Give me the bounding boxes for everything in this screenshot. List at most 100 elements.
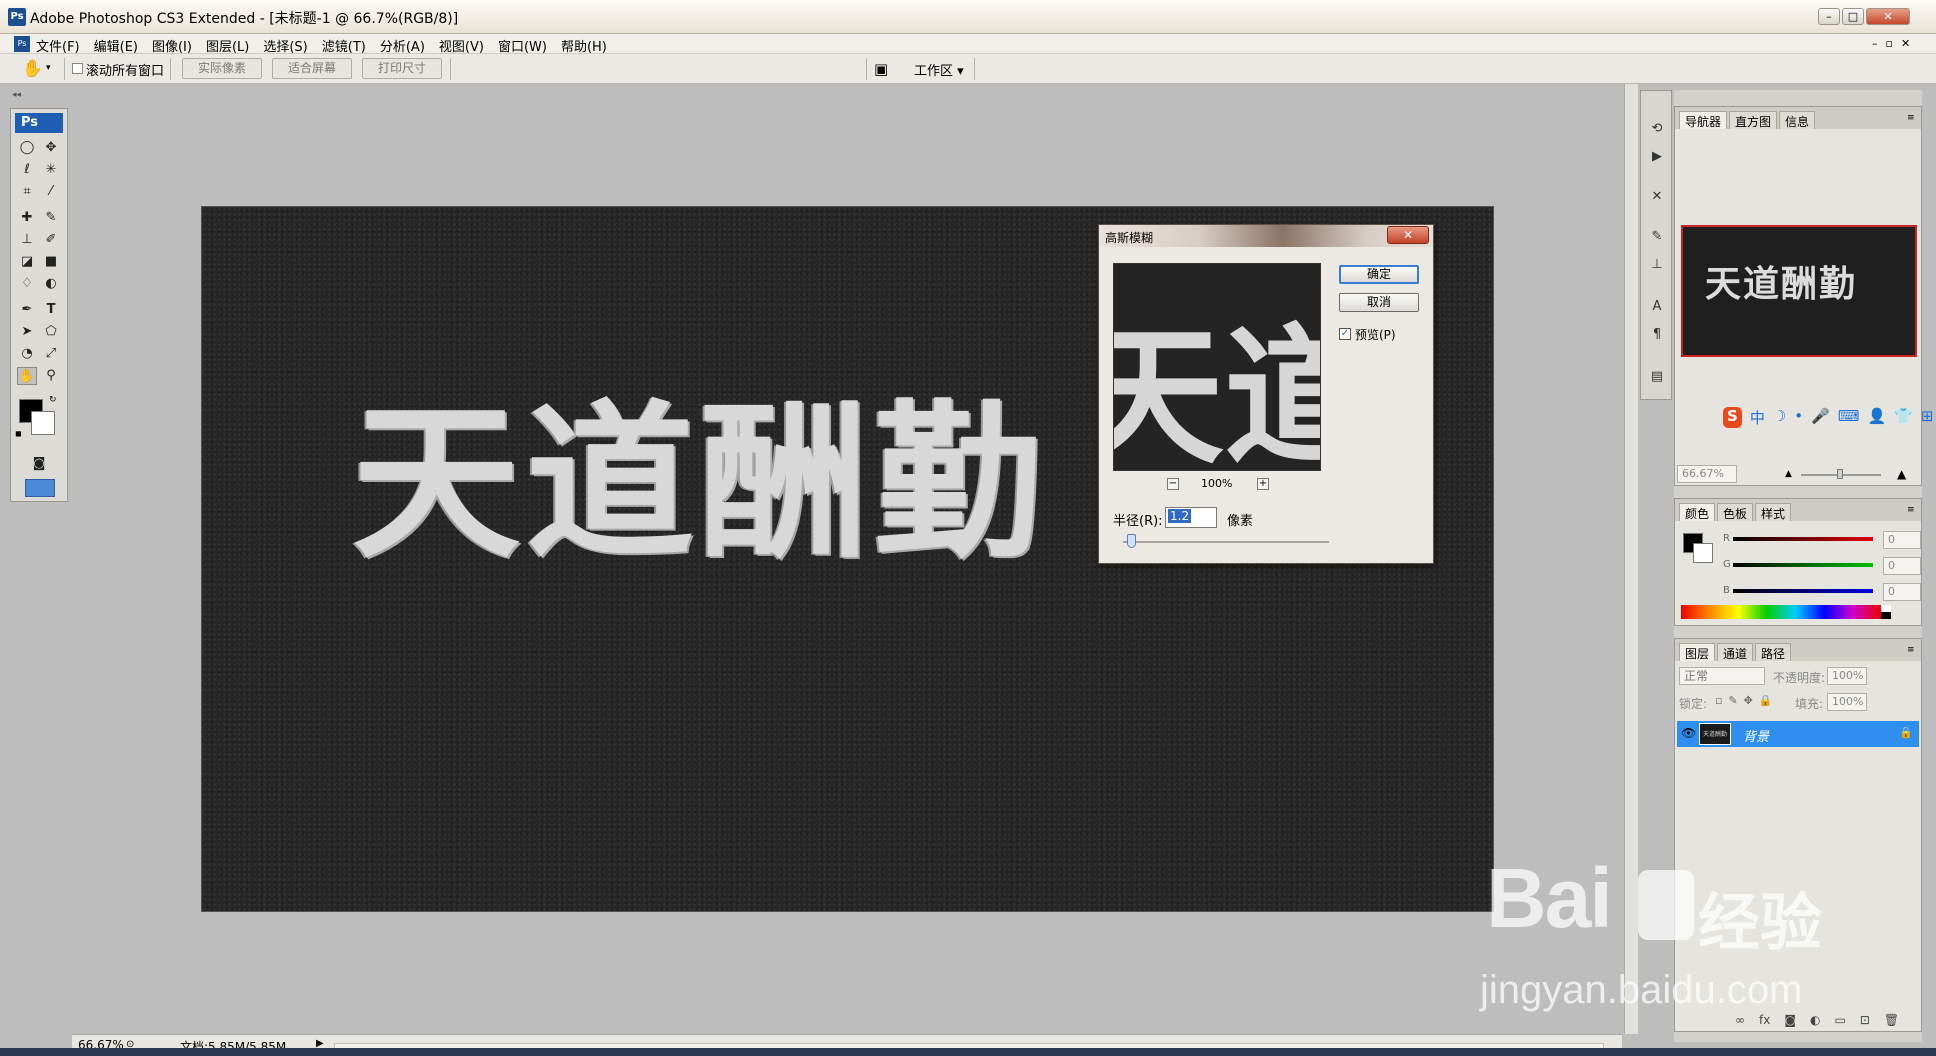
radius-slider-thumb[interactable]: [1127, 534, 1136, 548]
color-bg-swatch[interactable]: [1693, 543, 1713, 563]
panel-menu-icon[interactable]: ≡: [1907, 113, 1915, 123]
delete-layer-icon[interactable]: 🗑: [1884, 1013, 1899, 1027]
layer-row-background[interactable]: 👁 天道酬勤 背景 🔒: [1677, 721, 1919, 747]
ok-button[interactable]: 确定: [1339, 265, 1419, 284]
tab-swatches[interactable]: 色板: [1717, 503, 1754, 521]
menu-window[interactable]: 窗口(W): [498, 36, 547, 55]
preview-checkbox[interactable]: ✓: [1339, 328, 1351, 340]
zoom-tool-icon[interactable]: ⚲: [41, 367, 61, 385]
navigator-zoom-field[interactable]: 66.67%: [1677, 465, 1737, 483]
tab-channels[interactable]: 通道: [1717, 643, 1754, 661]
panel-menu-icon[interactable]: ≡: [1907, 645, 1915, 655]
lock-icons[interactable]: ▫✎✥🔒: [1715, 694, 1779, 707]
tab-color[interactable]: 颜色: [1679, 503, 1716, 521]
workspace-button[interactable]: 工作区 ▾: [914, 60, 964, 79]
menu-filter[interactable]: 滤镜(T): [322, 36, 366, 55]
r-value[interactable]: 0: [1883, 531, 1921, 549]
tool-preset-chevron-icon[interactable]: ▾: [46, 63, 51, 73]
ime-chinese-icon[interactable]: 中: [1750, 407, 1765, 428]
magic-wand-tool-icon[interactable]: ✳: [41, 161, 61, 179]
zoom-large-icon[interactable]: ▲: [1897, 467, 1906, 481]
pen-tool-icon[interactable]: ✒: [17, 301, 37, 319]
scroll-all-checkbox[interactable]: [72, 63, 83, 74]
clone-stamp-tool-icon[interactable]: ⊥: [17, 231, 37, 249]
fill-field[interactable]: 100%: [1827, 693, 1867, 711]
minimize-button[interactable]: –: [1818, 8, 1840, 25]
collapse-toolbox-icon[interactable]: ◂◂: [12, 90, 21, 100]
blend-mode-select[interactable]: 正常: [1679, 667, 1765, 685]
clone-source-icon[interactable]: ⊥: [1646, 255, 1668, 275]
ime-punct-icon[interactable]: •: [1794, 407, 1803, 428]
tab-layers[interactable]: 图层: [1679, 643, 1716, 661]
actual-pixels-button[interactable]: 实际像素: [182, 58, 262, 79]
blur-tool-icon[interactable]: ♢: [17, 275, 37, 293]
color-spectrum-bar[interactable]: [1681, 605, 1881, 619]
gradient-tool-icon[interactable]: ■: [41, 253, 61, 271]
bridge-icon[interactable]: ▣: [874, 60, 888, 78]
type-tool-icon[interactable]: T: [41, 301, 61, 319]
paragraph-icon[interactable]: ¶: [1646, 325, 1668, 345]
ime-keyboard-icon[interactable]: ⌨: [1838, 407, 1860, 428]
g-slider[interactable]: [1733, 563, 1873, 567]
eraser-tool-icon[interactable]: ◪: [17, 253, 37, 271]
actions-icon[interactable]: ▶: [1646, 147, 1668, 167]
3d-rotate-tool-icon[interactable]: ◔: [17, 345, 37, 363]
lasso-tool-icon[interactable]: ℓ: [17, 161, 37, 179]
history-icon[interactable]: ⟲: [1646, 119, 1668, 139]
doc-window-controls[interactable]: –▫✕: [1872, 37, 1918, 50]
menu-image[interactable]: 图像(I): [152, 36, 192, 55]
layer-comps-icon[interactable]: ▤: [1646, 367, 1668, 387]
radius-input[interactable]: 1.2: [1165, 507, 1217, 528]
panel-menu-icon[interactable]: ≡: [1907, 505, 1915, 515]
dodge-tool-icon[interactable]: ◐: [41, 275, 61, 293]
tab-info[interactable]: 信息: [1779, 111, 1816, 129]
radius-slider-track[interactable]: [1123, 541, 1329, 543]
menu-file[interactable]: 文件(F): [36, 36, 80, 55]
character-icon[interactable]: A: [1646, 297, 1668, 317]
r-slider[interactable]: [1733, 537, 1873, 541]
dialog-close-button[interactable]: ✕: [1387, 226, 1429, 244]
shape-tool-icon[interactable]: ⬠: [41, 323, 61, 341]
ime-grid-icon[interactable]: ⊞: [1921, 407, 1934, 428]
brush-tool-icon[interactable]: ✎: [41, 209, 61, 227]
cancel-button[interactable]: 取消: [1339, 293, 1419, 312]
g-value[interactable]: 0: [1883, 557, 1921, 575]
blur-preview[interactable]: 天道酬勤: [1113, 263, 1321, 471]
close-button[interactable]: ✕: [1866, 8, 1910, 25]
fit-screen-button[interactable]: 适合屏幕: [272, 58, 352, 79]
ime-moon-icon[interactable]: ☽: [1773, 407, 1786, 428]
marquee-tool-icon[interactable]: ◯: [17, 139, 37, 157]
ime-mic-icon[interactable]: 🎤: [1811, 407, 1830, 428]
healing-brush-tool-icon[interactable]: ✚: [17, 209, 37, 227]
navigator-thumbnail[interactable]: 天道酬勤: [1681, 225, 1917, 357]
slice-tool-icon[interactable]: ⁄: [41, 183, 61, 201]
quick-mask-icon[interactable]: ◙: [29, 455, 49, 473]
menu-select[interactable]: 选择(S): [263, 36, 307, 55]
sogou-icon[interactable]: S: [1723, 407, 1742, 428]
hand-tool-icon[interactable]: ✋: [22, 59, 43, 79]
print-size-button[interactable]: 打印尺寸: [362, 58, 442, 79]
default-colors-icon[interactable]: ◼: [15, 429, 22, 438]
ime-skin-icon[interactable]: 👕: [1894, 407, 1913, 428]
brushes-icon[interactable]: ✎: [1646, 227, 1668, 247]
tab-navigator[interactable]: 导航器: [1679, 111, 1728, 129]
layer-name[interactable]: 背景: [1743, 726, 1769, 745]
bw-ramp[interactable]: [1881, 605, 1891, 619]
path-selection-tool-icon[interactable]: ➤: [17, 323, 37, 341]
ime-user-icon[interactable]: 👤: [1867, 407, 1886, 428]
tool-presets-icon[interactable]: ✕: [1646, 187, 1668, 207]
menu-help[interactable]: 帮助(H): [561, 36, 607, 55]
menu-view[interactable]: 视图(V): [439, 36, 484, 55]
eyedropper-tool-icon[interactable]: ⤢: [41, 345, 61, 363]
move-tool-icon[interactable]: ✥: [41, 139, 61, 157]
visibility-eye-icon[interactable]: 👁: [1681, 726, 1696, 740]
screen-mode-icon[interactable]: [25, 479, 55, 497]
navigator-zoom-thumb[interactable]: [1837, 469, 1843, 479]
crop-tool-icon[interactable]: ⌗: [17, 183, 37, 201]
zoom-out-button[interactable]: −: [1167, 478, 1179, 490]
hand-tool-active-icon[interactable]: ✋: [17, 367, 37, 385]
tab-styles[interactable]: 样式: [1755, 503, 1792, 521]
history-brush-tool-icon[interactable]: ✐: [41, 231, 61, 249]
background-color-swatch[interactable]: [31, 411, 55, 435]
maximize-button[interactable]: □: [1842, 8, 1864, 25]
